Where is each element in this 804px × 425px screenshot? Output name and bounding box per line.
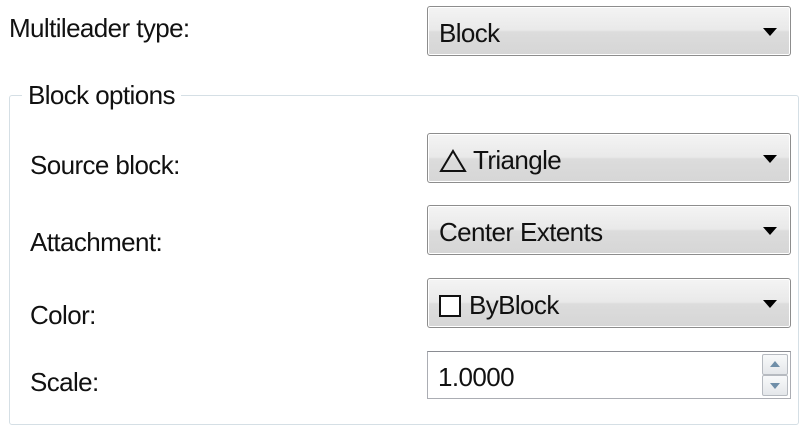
- attachment-dropdown[interactable]: Center Extents: [427, 205, 791, 255]
- spin-up-button[interactable]: [762, 354, 788, 375]
- color-value: ByBlock: [469, 290, 559, 320]
- multileader-type-dropdown[interactable]: Block: [427, 6, 791, 56]
- chevron-down-icon: [763, 227, 777, 235]
- multileader-type-value: Block: [439, 18, 500, 48]
- attachment-label: Attachment:: [30, 227, 163, 257]
- attachment-value: Center Extents: [439, 217, 603, 247]
- scale-spin-buttons: [762, 354, 788, 396]
- triangle-outline-icon: [439, 148, 467, 172]
- source-block-content: Triangle: [439, 145, 562, 176]
- source-block-label: Source block:: [30, 150, 180, 180]
- block-options-title: Block options: [22, 80, 181, 111]
- color-label: Color:: [30, 300, 96, 330]
- color-swatch-icon: [439, 295, 461, 317]
- chevron-down-icon: [763, 28, 777, 36]
- source-block-value: Triangle: [473, 145, 562, 175]
- scale-spinner[interactable]: 1.0000: [427, 351, 791, 399]
- color-content: ByBlock: [439, 290, 559, 321]
- chevron-down-icon: [763, 155, 777, 163]
- arrow-down-icon: [770, 383, 780, 389]
- scale-label: Scale:: [30, 367, 99, 397]
- multileader-type-label: Multileader type:: [9, 13, 190, 43]
- source-block-dropdown[interactable]: Triangle: [427, 133, 791, 183]
- scale-value[interactable]: 1.0000: [438, 362, 515, 393]
- arrow-up-icon: [770, 361, 780, 367]
- chevron-down-icon: [763, 300, 777, 308]
- color-dropdown[interactable]: ByBlock: [427, 278, 791, 328]
- spin-down-button[interactable]: [762, 375, 788, 396]
